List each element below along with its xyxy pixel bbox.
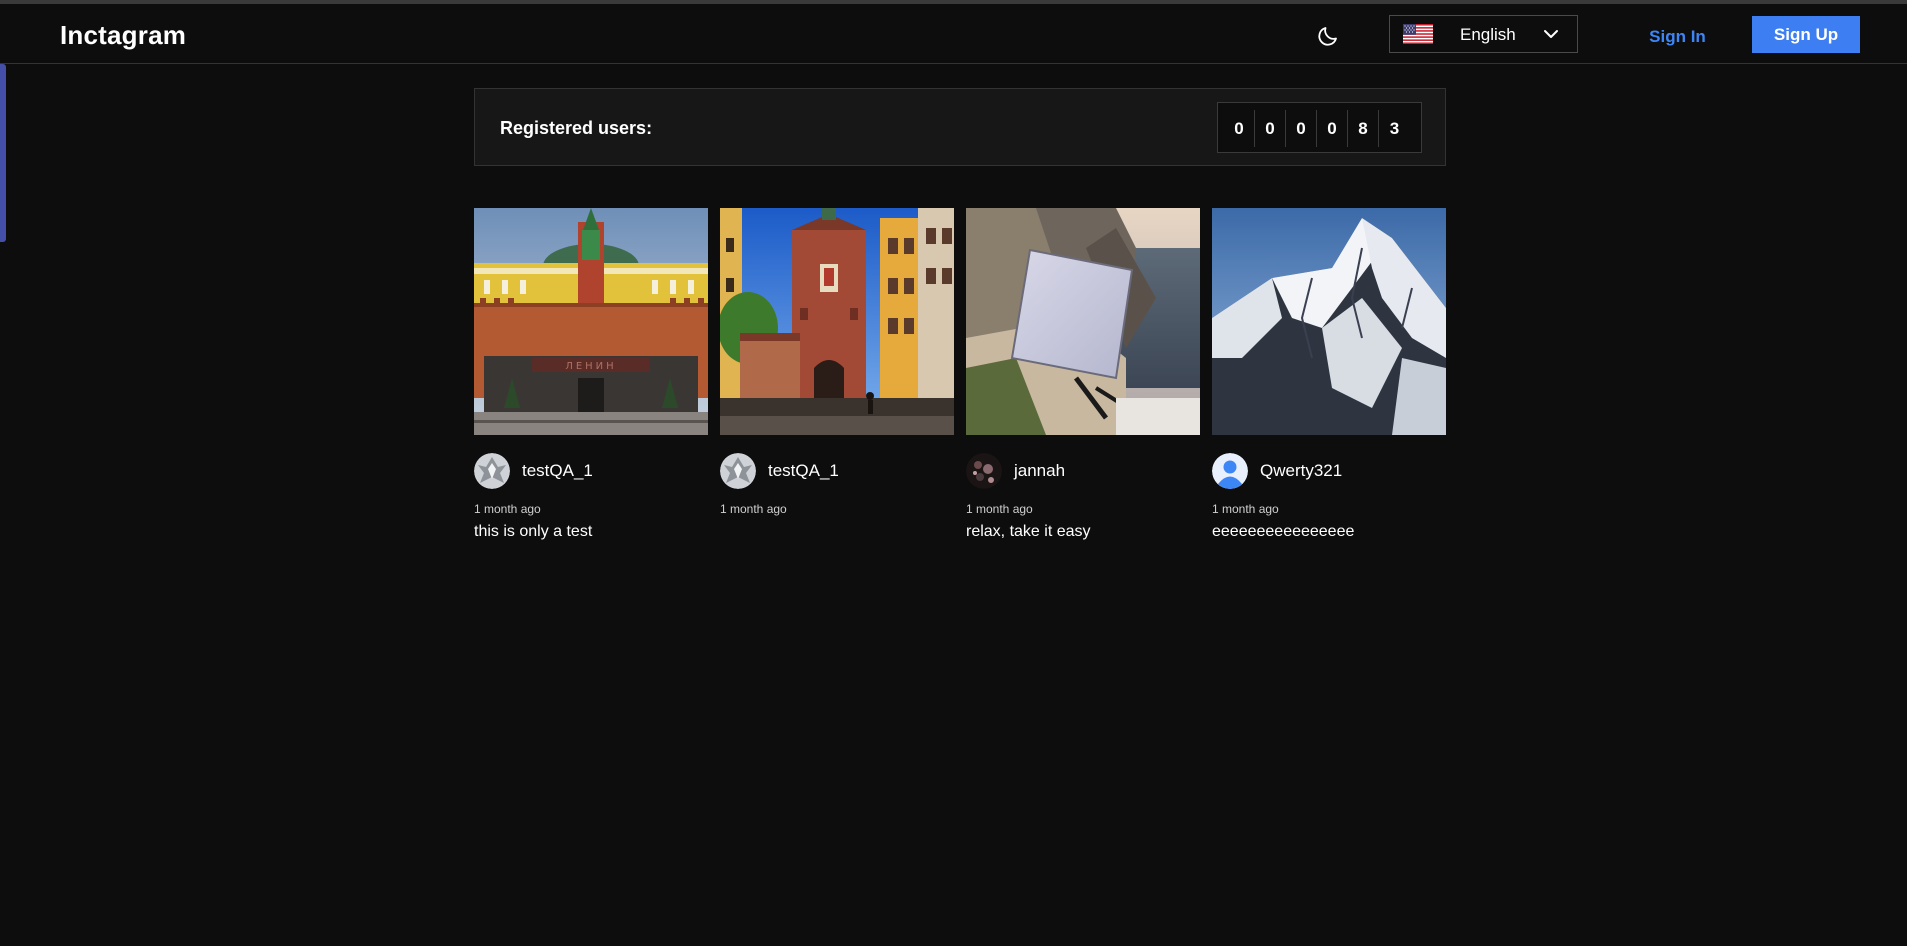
post-card[interactable]: testQA_1 1 month ago: [720, 208, 954, 541]
language-label: English: [1460, 25, 1516, 44]
avatar[interactable]: [720, 453, 756, 489]
post-time: 1 month ago: [1212, 502, 1279, 516]
sign-up-button[interactable]: Sign Up: [1752, 16, 1860, 53]
snowy-mountain-photo[interactable]: [1212, 208, 1446, 435]
post-description: eeeeeeeeeeeeeeee: [1212, 523, 1355, 540]
counter-digit: 0: [1317, 110, 1348, 147]
registered-users-card: Registered users: 0 0 0 0 8 3: [474, 88, 1446, 166]
post-description: this is only a test: [474, 523, 593, 540]
post-author[interactable]: Qwerty321: [1212, 453, 1446, 489]
counter-digit: 0: [1286, 110, 1317, 147]
post-username[interactable]: jannah: [1014, 461, 1065, 481]
counter-digit: 3: [1389, 119, 1400, 138]
counter-digit: 8: [1348, 110, 1379, 147]
side-scroll-indicator[interactable]: [0, 64, 6, 242]
red-square-mausoleum-photo[interactable]: ЛЕНИН: [474, 208, 708, 435]
avatar[interactable]: [474, 453, 510, 489]
post-author[interactable]: jannah: [966, 453, 1200, 489]
post-author[interactable]: testQA_1: [720, 453, 954, 489]
moon-icon: [1318, 27, 1337, 46]
satellite-dish-cliff-photo[interactable]: [966, 208, 1200, 435]
post-author[interactable]: testQA_1: [474, 453, 708, 489]
post-time: 1 month ago: [720, 502, 787, 516]
post-username[interactable]: testQA_1: [768, 461, 839, 481]
top-header: Inctagram English Sign In Sign Up: [0, 4, 1907, 64]
public-posts-feed: ЛЕНИН testQA_1 1 month ago this is only …: [474, 208, 1446, 541]
svg-text:ЛЕНИН: ЛЕНИН: [565, 361, 616, 372]
post-description: relax, take it easy: [966, 523, 1091, 540]
city-gate-tower-photo[interactable]: [720, 208, 954, 435]
sign-in-button[interactable]: Sign In: [1640, 22, 1715, 52]
avatar[interactable]: [966, 453, 1002, 489]
post-card[interactable]: ЛЕНИН testQA_1 1 month ago this is only …: [474, 208, 708, 541]
app-logo[interactable]: Inctagram: [60, 20, 186, 51]
post-card[interactable]: jannah 1 month ago relax, take it easy: [966, 208, 1200, 541]
counter-digit: 0: [1224, 110, 1255, 147]
post-username[interactable]: Qwerty321: [1260, 461, 1342, 481]
registered-users-counter: 0 0 0 0 8 3: [1217, 102, 1422, 153]
chevron-down-icon: [1544, 30, 1558, 38]
theme-toggle-button[interactable]: [1314, 22, 1342, 50]
counter-digit: 0: [1255, 110, 1286, 147]
us-flag-icon: [1403, 24, 1433, 44]
post-username[interactable]: testQA_1: [522, 461, 593, 481]
registered-users-label: Registered users:: [500, 118, 653, 138]
post-time: 1 month ago: [474, 502, 541, 516]
post-card[interactable]: Qwerty321 1 month ago eeeeeeeeeeeeeeee: [1212, 208, 1446, 541]
post-time: 1 month ago: [966, 502, 1033, 516]
avatar[interactable]: [1212, 453, 1248, 489]
language-select[interactable]: English: [1389, 15, 1578, 53]
